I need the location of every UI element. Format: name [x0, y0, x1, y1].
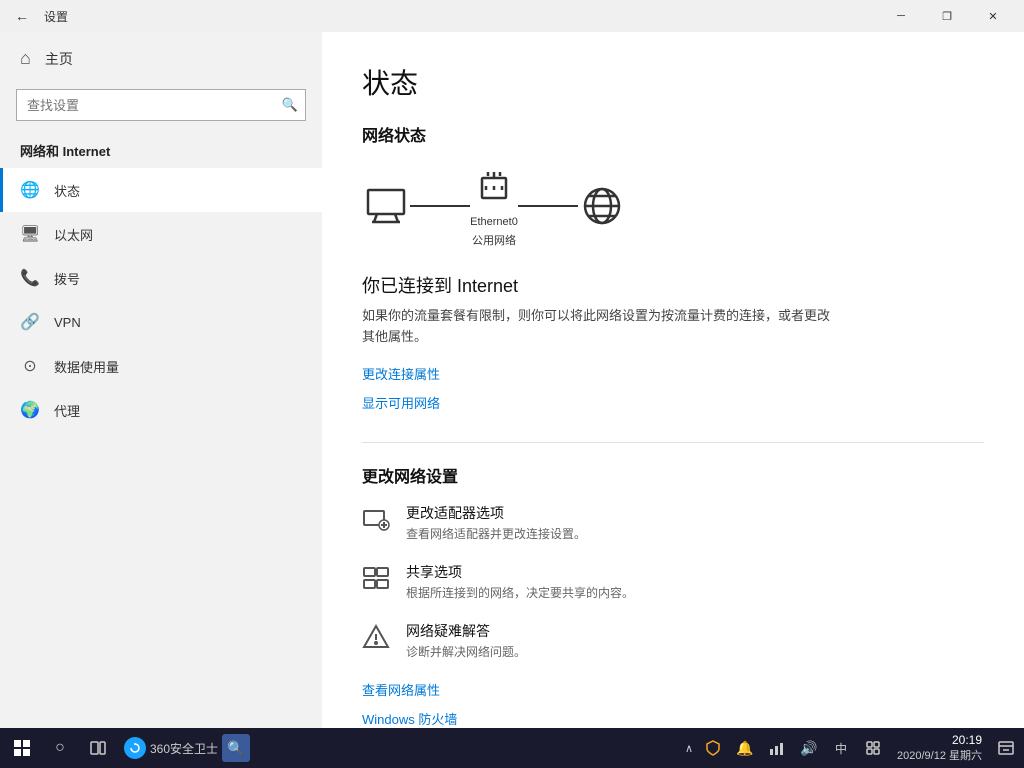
internet-icon [578, 182, 626, 230]
sharing-desc: 根据所连接到的网络，决定要共享的内容。 [406, 584, 634, 601]
ethernet-label: Ethernet0 [470, 216, 518, 228]
sharing-setting[interactable]: 共享选项 根据所连接到的网络，决定要共享的内容。 [362, 562, 984, 601]
firewall-link[interactable]: Windows 防火墙 [362, 709, 457, 728]
sidebar-home-label: 主页 [45, 49, 73, 69]
line-2 [518, 205, 578, 207]
dialup-icon: 📞 [20, 268, 40, 288]
360-icon [124, 737, 146, 759]
bell-icon[interactable]: 🔔 [731, 730, 759, 766]
content-area: 状态 网络状态 [322, 32, 1024, 728]
router-icon: Ethernet0 公用网络 [470, 164, 518, 248]
sidebar-item-dialup[interactable]: 📞 拨号 [0, 256, 322, 300]
sidebar-item-vpn[interactable]: 🔗 VPN [0, 300, 322, 344]
line-1 [410, 205, 470, 207]
sidebar-label-dialup: 拨号 [54, 269, 80, 288]
change-connection-link[interactable]: 更改连接属性 [362, 364, 440, 383]
360-label: 360安全卫士 [150, 740, 218, 757]
sidebar-label-data: 数据使用量 [54, 357, 119, 376]
network-diagram: Ethernet0 公用网络 [362, 164, 984, 248]
ethernet-icon: 🖥 [20, 224, 40, 244]
sidebar-label-proxy: 代理 [54, 401, 80, 420]
troubleshoot-desc: 诊断并解决网络问题。 [406, 643, 526, 660]
troubleshoot-icon [362, 623, 390, 657]
sharing-title: 共享选项 [406, 562, 634, 582]
network-type-label: 公用网络 [472, 232, 516, 248]
adapter-setting[interactable]: 更改适配器选项 查看网络适配器并更改连接设置。 [362, 503, 984, 542]
status-icon: 🌐 [20, 180, 40, 200]
360-app[interactable]: 360安全卫士 🔍 [118, 730, 256, 766]
cortana-button[interactable]: ○ [42, 730, 78, 766]
titlebar: ← 设置 ─ ❐ ✕ [0, 0, 1024, 32]
sharing-icon [362, 564, 390, 598]
volume-icon[interactable]: 🔊 [795, 730, 823, 766]
sidebar-label-status: 状态 [54, 181, 80, 200]
taskbar-right: ∧ 🔔 🔊 中 [683, 730, 1020, 766]
data-usage-icon: ⊙ [20, 356, 40, 376]
computer-icon [362, 182, 410, 230]
network-icon[interactable] [763, 730, 791, 766]
close-button[interactable]: ✕ [970, 0, 1016, 32]
search-input[interactable] [16, 89, 306, 121]
vpn-icon: 🔗 [20, 312, 40, 332]
adapter-desc: 查看网络适配器并更改连接设置。 [406, 525, 586, 542]
taskbar: ○ 360安全卫士 🔍 ∧ 🔔 [0, 728, 1024, 768]
start-button[interactable] [4, 730, 40, 766]
sidebar: ⌂ 主页 🔍 网络和 Internet 🌐 状态 🖥 以太网 📞 拨号 [0, 32, 322, 728]
divider-1 [362, 442, 984, 443]
show-hidden-icons[interactable]: ∧ [683, 742, 695, 755]
sidebar-item-status[interactable]: 🌐 状态 [0, 168, 322, 212]
taskbar-time: 20:19 [952, 733, 982, 747]
page-title: 状态 [362, 62, 984, 102]
home-icon: ⌂ [20, 48, 31, 69]
adapter-icon [362, 505, 390, 539]
troubleshoot-title: 网络疑难解答 [406, 621, 526, 641]
proxy-icon: 🌍 [20, 400, 40, 420]
show-networks-link[interactable]: 显示可用网络 [362, 393, 440, 412]
sidebar-item-data[interactable]: ⊙ 数据使用量 [0, 344, 322, 388]
search-icon: 🔍 [282, 97, 298, 113]
back-button[interactable]: ← [8, 2, 36, 30]
change-network-heading: 更改网络设置 [362, 463, 984, 487]
sidebar-item-ethernet[interactable]: 🖥 以太网 [0, 212, 322, 256]
360-search-button[interactable]: 🔍 [222, 734, 250, 762]
sidebar-label-vpn: VPN [54, 315, 81, 330]
taskbar-date: 2020/9/12 星期六 [897, 747, 982, 763]
titlebar-title: 设置 [44, 8, 68, 25]
security-icon[interactable] [699, 730, 727, 766]
adapter-title: 更改适配器选项 [406, 503, 586, 523]
main-area: ⌂ 主页 🔍 网络和 Internet 🌐 状态 🖥 以太网 📞 拨号 [0, 32, 1024, 728]
input-indicator[interactable] [859, 730, 887, 766]
connected-desc: 如果你的流量套餐有限制，则你可以将此网络设置为按流量计费的连接，或者更改其他属性… [362, 306, 842, 348]
minimize-button[interactable]: ─ [878, 0, 924, 32]
clock[interactable]: 20:19 2020/9/12 星期六 [891, 733, 988, 763]
language-indicator[interactable]: 中 [827, 730, 855, 766]
sidebar-section-title: 网络和 Internet [0, 133, 322, 168]
network-status-heading: 网络状态 [362, 122, 984, 146]
connected-title: 你已连接到 Internet [362, 272, 984, 298]
restore-button[interactable]: ❐ [924, 0, 970, 32]
sidebar-home[interactable]: ⌂ 主页 [0, 32, 322, 85]
notification-center[interactable] [992, 730, 1020, 766]
sidebar-search-container: 🔍 [16, 89, 306, 121]
sidebar-label-ethernet: 以太网 [54, 225, 93, 244]
troubleshoot-setting[interactable]: 网络疑难解答 诊断并解决网络问题。 [362, 621, 984, 660]
taskview-button[interactable] [80, 730, 116, 766]
network-props-link[interactable]: 查看网络属性 [362, 680, 440, 699]
sidebar-item-proxy[interactable]: 🌍 代理 [0, 388, 322, 432]
window-controls: ─ ❐ ✕ [878, 0, 1016, 32]
